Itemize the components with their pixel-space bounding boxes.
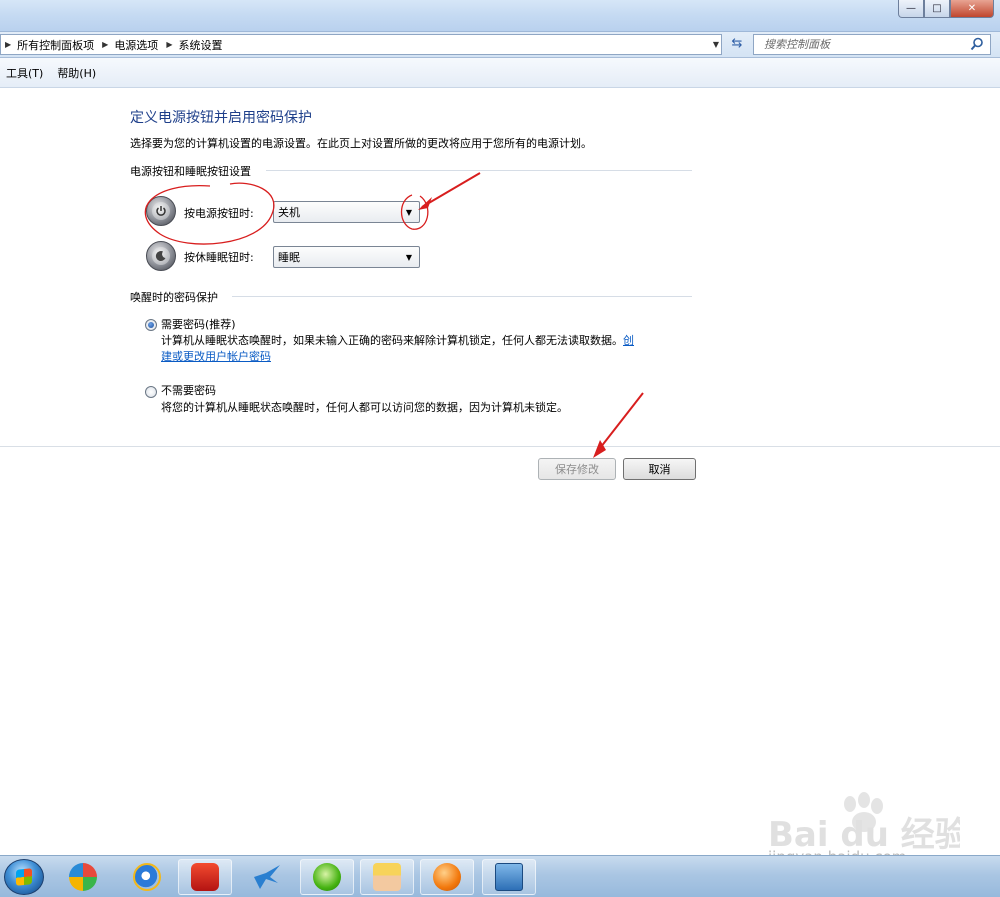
taskbar-item-orange-app[interactable]	[420, 859, 474, 895]
change-password-link-cont[interactable]: 建或更改用户帐户密码	[161, 350, 271, 363]
address-bar[interactable]: ▶ 所有控制面板项 ▶ 电源选项 ▶ 系统设置 ▼	[0, 34, 722, 55]
section-divider	[232, 296, 692, 297]
power-button-icon	[146, 196, 176, 226]
password-section-heading: 唤醒时的密码保护	[130, 291, 218, 304]
taskbar-item-control-panel[interactable]	[482, 859, 536, 895]
sleep-button-label: 按休睡眠钮时:	[184, 251, 254, 264]
power-symbol-icon	[156, 206, 166, 216]
bird-icon	[254, 865, 280, 889]
power-button-label: 按电源按钮时:	[184, 207, 254, 220]
taskbar-item-colorful-app[interactable]	[56, 859, 110, 895]
require-password-radio[interactable]	[145, 319, 157, 331]
chevron-right-icon[interactable]: ▶	[5, 40, 11, 49]
taskbar-item-ie[interactable]	[120, 859, 174, 895]
minimize-button[interactable]: —	[898, 0, 924, 18]
chevron-down-icon[interactable]: ▼	[401, 249, 417, 265]
no-password-label[interactable]: 不需要密码	[161, 382, 216, 398]
taskbar-item-mall[interactable]	[178, 859, 232, 895]
search-input[interactable]	[764, 38, 964, 51]
internet-explorer-icon	[133, 863, 161, 891]
breadcrumb: ▶ 所有控制面板项 ▶ 电源选项 ▶ 系统设置	[3, 37, 222, 53]
window-titlebar: — □ ✕	[0, 0, 1000, 32]
sleep-button-selected-value: 睡眠	[278, 251, 300, 264]
require-password-label[interactable]: 需要密码(推荐)	[161, 316, 236, 332]
cancel-button[interactable]: 取消	[623, 458, 696, 480]
power-button-select[interactable]: 关机 ▼	[273, 201, 420, 223]
search-icon[interactable]	[970, 37, 984, 51]
control-panel-icon	[495, 863, 523, 891]
sleep-button-icon	[146, 241, 176, 271]
maximize-button[interactable]: □	[924, 0, 950, 18]
chevron-down-icon[interactable]: ▼	[401, 204, 417, 220]
breadcrumb-item-system-settings[interactable]: 系统设置	[178, 37, 222, 53]
taskbar	[0, 855, 1000, 897]
no-password-radio[interactable]	[145, 386, 157, 398]
orange-icon	[433, 863, 461, 891]
chevron-right-icon[interactable]: ▶	[102, 40, 108, 49]
change-password-link[interactable]: 创	[623, 334, 634, 347]
page-description: 选择要为您的计算机设置的电源设置。在此页上对设置所做的更改将应用于您所有的电源计…	[130, 137, 592, 150]
menu-tools[interactable]: 工具(T)	[0, 65, 51, 81]
moon-icon	[155, 251, 166, 262]
refresh-icon[interactable]: ⇆	[726, 36, 748, 54]
menu-bar: 工具(T) 帮助(H)	[0, 58, 1000, 88]
section-divider	[266, 170, 692, 171]
breadcrumb-item-power-options[interactable]: 电源选项	[114, 37, 158, 53]
menu-help[interactable]: 帮助(H)	[51, 65, 104, 81]
green-browser-icon	[313, 863, 341, 891]
require-password-description: 计算机从睡眠状态唤醒时，如果未输入正确的密码来解除计算机锁定，任何人都无法读取数…	[161, 333, 681, 365]
colorful-app-icon	[69, 863, 97, 891]
address-dropdown-icon[interactable]: ▼	[713, 40, 719, 49]
power-section-heading: 电源按钮和睡眠按钮设置	[130, 165, 251, 178]
no-password-description: 将您的计算机从睡眠状态唤醒时，任何人都可以访问您的数据，因为计算机未锁定。	[161, 401, 568, 414]
start-button[interactable]	[4, 859, 44, 895]
taskbar-item-game[interactable]	[360, 859, 414, 895]
main-content: 定义电源按钮并启用密码保护 选择要为您的计算机设置的电源设置。在此页上对设置所做…	[0, 89, 1000, 855]
shopping-icon	[191, 863, 219, 891]
address-row: ▶ 所有控制面板项 ▶ 电源选项 ▶ 系统设置 ▼ ⇆	[0, 32, 1000, 58]
taskbar-item-browser[interactable]	[300, 859, 354, 895]
save-changes-button[interactable]: 保存修改	[538, 458, 616, 480]
page-title: 定义电源按钮并启用密码保护	[130, 110, 312, 126]
game-character-icon	[373, 863, 401, 891]
close-button[interactable]: ✕	[950, 0, 994, 18]
sleep-button-select[interactable]: 睡眠 ▼	[273, 246, 420, 268]
require-password-desc-text: 计算机从睡眠状态唤醒时，如果未输入正确的密码来解除计算机锁定，任何人都无法读取数…	[161, 334, 623, 347]
breadcrumb-item-all-control-panel[interactable]: 所有控制面板项	[17, 37, 94, 53]
footer-divider	[0, 446, 1000, 447]
chevron-right-icon[interactable]: ▶	[166, 40, 172, 49]
power-button-selected-value: 关机	[278, 206, 300, 219]
taskbar-item-bird-app[interactable]	[240, 859, 294, 895]
window-controls: — □ ✕	[898, 0, 994, 18]
search-box[interactable]	[753, 34, 991, 55]
